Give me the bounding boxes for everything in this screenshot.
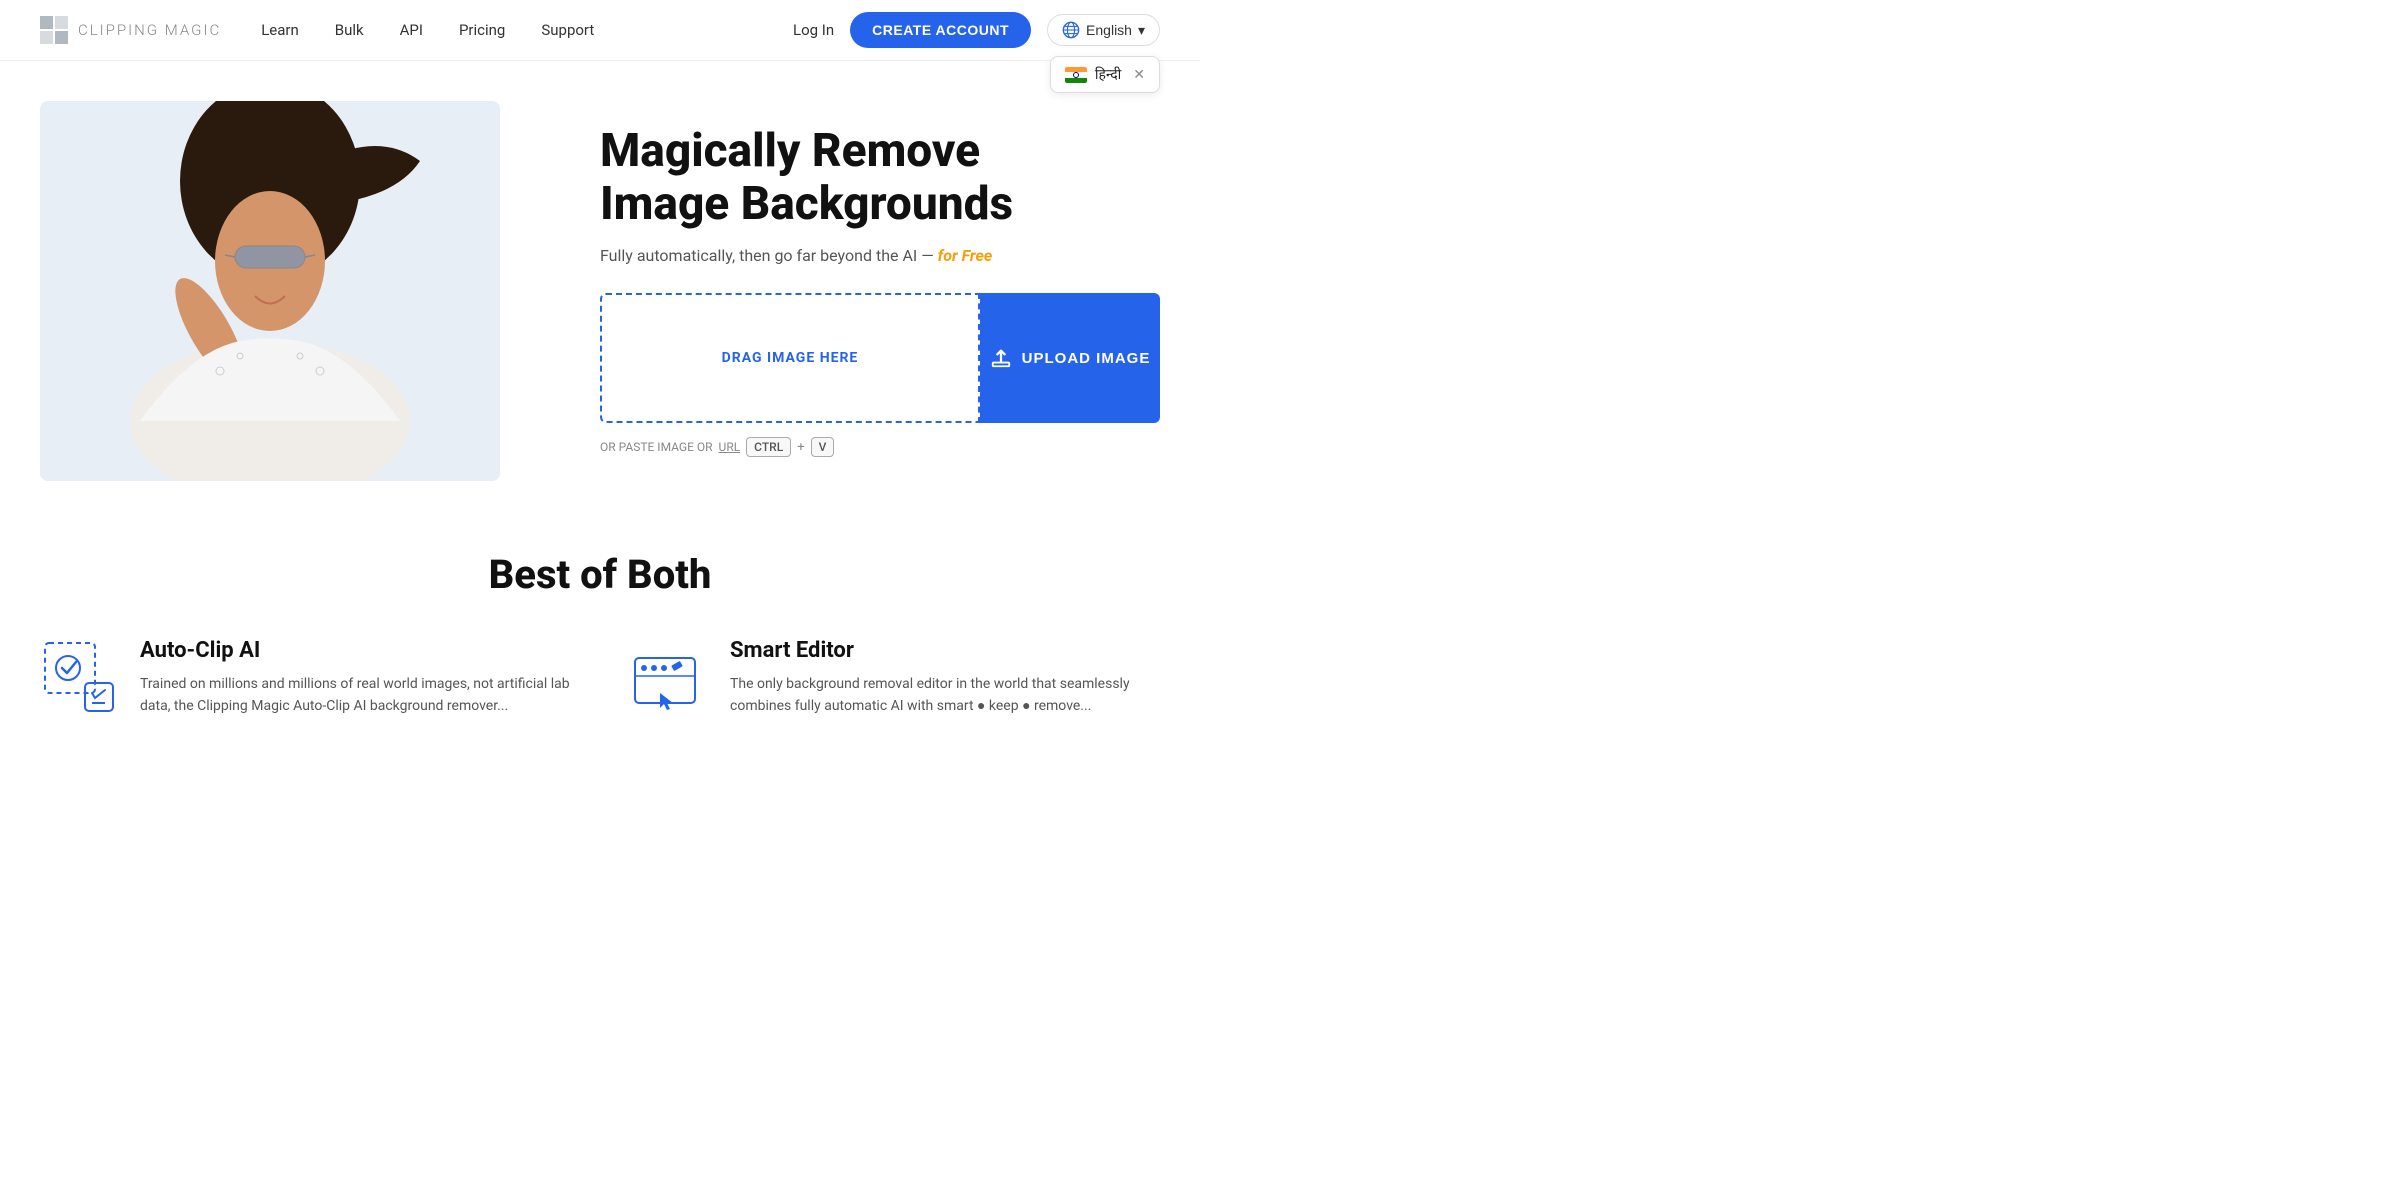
hero-title: Magically Remove Image Backgrounds [600,125,1160,231]
hero-illustration [40,101,500,481]
drag-zone-label: DRAG IMAGE HERE [722,350,859,366]
feature-smart-editor: Smart Editor The only background removal… [630,638,1160,718]
header-left: CLIPPING MAGIC Learn Bulk API Pricing Su… [40,16,594,44]
chevron-down-icon: ▾ [1138,22,1145,39]
url-link[interactable]: URL [719,440,741,454]
auto-clip-icon-box [40,638,120,718]
globe-icon [1062,21,1080,39]
language-label: English [1086,22,1132,38]
hero-image [40,101,500,481]
auto-clip-heading: Auto-Clip AI [140,638,570,663]
nav-learn[interactable]: Learn [261,21,299,39]
logo[interactable]: CLIPPING MAGIC [40,16,221,44]
v-key-badge: V [811,437,835,457]
auto-clip-icon [40,638,120,718]
logo-icon [40,16,68,44]
smart-editor-text: Smart Editor The only background removal… [730,638,1160,718]
header-right: Log In CREATE ACCOUNT English ▾ हिन्दी ✕ [793,12,1160,48]
paste-hint: OR PASTE IMAGE OR URL CTRL + V [600,437,1160,457]
features-grid: Auto-Clip AI Trained on millions and mil… [40,638,1160,718]
best-of-both-section: Best of Both Auto-Clip AI Trained on mil… [0,501,1200,738]
ctrl-key-badge: CTRL [746,437,791,457]
drag-drop-zone[interactable]: DRAG IMAGE HERE [600,293,980,423]
smart-editor-icon-box [630,638,710,718]
header: CLIPPING MAGIC Learn Bulk API Pricing Su… [0,0,1200,61]
language-dropdown: हिन्दी ✕ [1050,56,1160,93]
upload-image-button[interactable]: UPLOAD IMAGE [980,293,1160,423]
create-account-button[interactable]: CREATE ACCOUNT [850,12,1031,48]
nav-api[interactable]: API [400,21,423,39]
feature-auto-clip: Auto-Clip AI Trained on millions and mil… [40,638,570,718]
nav-support[interactable]: Support [541,21,594,39]
auto-clip-description: Trained on millions and millions of real… [140,673,570,718]
upload-area: DRAG IMAGE HERE UPLOAD IMAGE [600,293,1160,423]
logo-text: CLIPPING MAGIC [78,21,221,39]
smart-editor-icon [630,638,710,718]
hindi-label: हिन्दी [1095,65,1121,84]
hero-image-area [40,101,540,481]
language-selector[interactable]: English ▾ [1047,14,1160,46]
nav-bulk[interactable]: Bulk [335,21,364,39]
hero-subtitle: Fully automatically, then go far beyond … [600,246,1160,265]
main-nav: Learn Bulk API Pricing Support [261,21,594,39]
smart-editor-description: The only background removal editor in th… [730,673,1160,718]
upload-icon [990,347,1012,369]
hero-content: Magically Remove Image Backgrounds Fully… [540,125,1160,458]
upload-label: UPLOAD IMAGE [1022,350,1151,367]
smart-editor-heading: Smart Editor [730,638,1160,663]
login-button[interactable]: Log In [793,21,834,39]
hero-section: Magically Remove Image Backgrounds Fully… [0,61,1200,501]
close-language-button[interactable]: ✕ [1133,67,1145,83]
auto-clip-text: Auto-Clip AI Trained on millions and mil… [140,638,570,718]
best-section-title: Best of Both [40,551,1160,598]
hindi-flag [1065,67,1087,83]
nav-pricing[interactable]: Pricing [459,21,505,39]
